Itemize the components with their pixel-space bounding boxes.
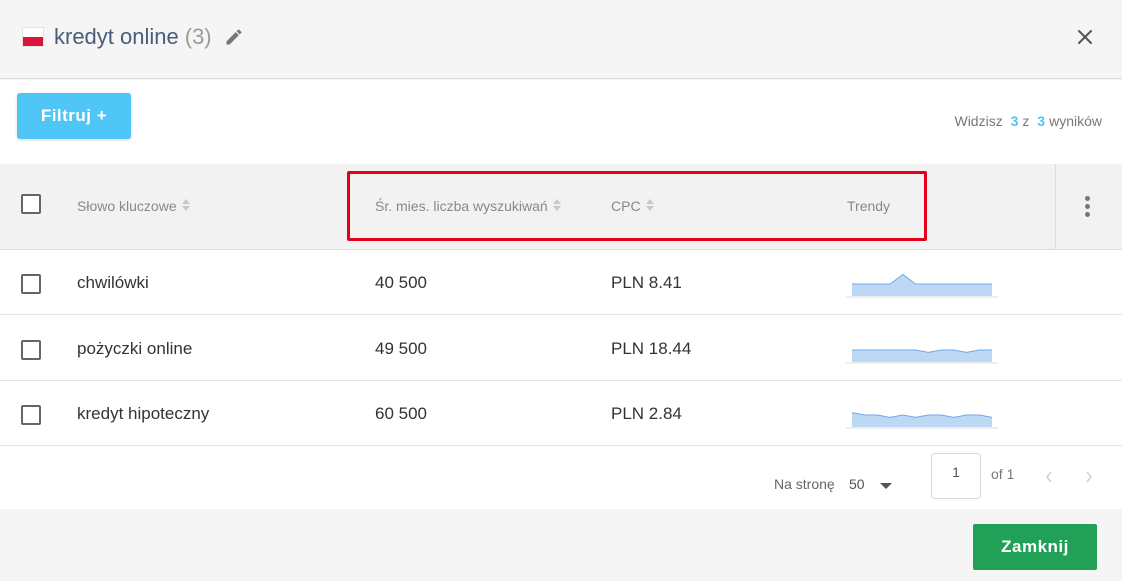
chevron-right-icon[interactable]: [1084, 470, 1094, 484]
page-number-input[interactable]: [931, 453, 981, 499]
table-row: chwilówki 40 500 PLN 8.41: [0, 250, 1122, 315]
column-keyword[interactable]: Słowo kluczowe: [77, 198, 190, 214]
searches-cell: 60 500: [375, 404, 427, 423]
table-row: kredyt hipoteczny 60 500 PLN 2.84: [0, 381, 1122, 446]
column-keyword-label: Słowo kluczowe: [77, 198, 177, 214]
keyword-cell: kredyt hipoteczny: [77, 404, 210, 423]
per-page-value[interactable]: 50: [849, 476, 865, 492]
table-header: Słowo kluczowe Śr. mies. liczba wyszukiw…: [0, 164, 1122, 250]
modal-title: kredyt online (3): [54, 24, 212, 50]
results-counter: Widzisz 3z 3 wyników: [954, 113, 1102, 129]
cpc-cell: PLN 18.44: [611, 339, 692, 358]
row-checkbox[interactable]: [21, 405, 41, 425]
more-options-icon[interactable]: [1082, 196, 1092, 218]
results-total: 3: [1037, 113, 1046, 129]
pencil-icon[interactable]: [224, 27, 244, 47]
results-prefix: Widzisz: [954, 113, 1003, 129]
row-checkbox[interactable]: [21, 340, 41, 360]
page-total-label: of 1: [991, 466, 1015, 482]
table-row: pożyczki online 49 500 PLN 18.44: [0, 316, 1122, 381]
trend-sparkline: [846, 273, 998, 298]
select-all-checkbox[interactable]: [21, 194, 41, 214]
chevron-down-icon[interactable]: [880, 483, 892, 489]
close-button[interactable]: Zamknij: [973, 524, 1097, 570]
sort-icon: [181, 199, 190, 212]
results-mid: z: [1022, 113, 1030, 129]
highlight-annotation: [347, 171, 927, 241]
keyword-cell: chwilówki: [77, 273, 149, 292]
keyword-modal: kredyt online (3) Filtruj + Widzisz 3z 3w…: [0, 0, 1122, 581]
list-name: kredyt online: [54, 24, 179, 49]
results-shown: 3: [1010, 113, 1019, 129]
trend-area: [852, 274, 992, 296]
chevron-left-icon[interactable]: [1044, 470, 1054, 484]
modal-content: Filtruj + Widzisz 3z 3 wyników Słowo kluc…: [0, 80, 1122, 509]
keyword-count: (3): [184, 24, 212, 49]
filter-button[interactable]: Filtruj +: [17, 93, 131, 139]
keyword-cell: pożyczki online: [77, 339, 193, 358]
trend-line: [852, 273, 992, 285]
row-checkbox[interactable]: [21, 274, 41, 294]
results-suffix: wyników: [1049, 113, 1102, 129]
searches-cell: 49 500: [375, 339, 427, 358]
per-page-label: Na stronę: [774, 476, 835, 492]
poland-flag-icon: [22, 27, 44, 47]
searches-cell: 40 500: [375, 273, 427, 292]
cpc-cell: PLN 2.84: [611, 404, 682, 423]
column-divider: [1055, 164, 1056, 250]
close-icon[interactable]: [1075, 27, 1095, 47]
cpc-cell: PLN 8.41: [611, 273, 682, 292]
trend-sparkline: [846, 412, 998, 429]
trend-sparkline: [846, 349, 998, 364]
modal-header: kredyt online (3): [0, 0, 1122, 79]
